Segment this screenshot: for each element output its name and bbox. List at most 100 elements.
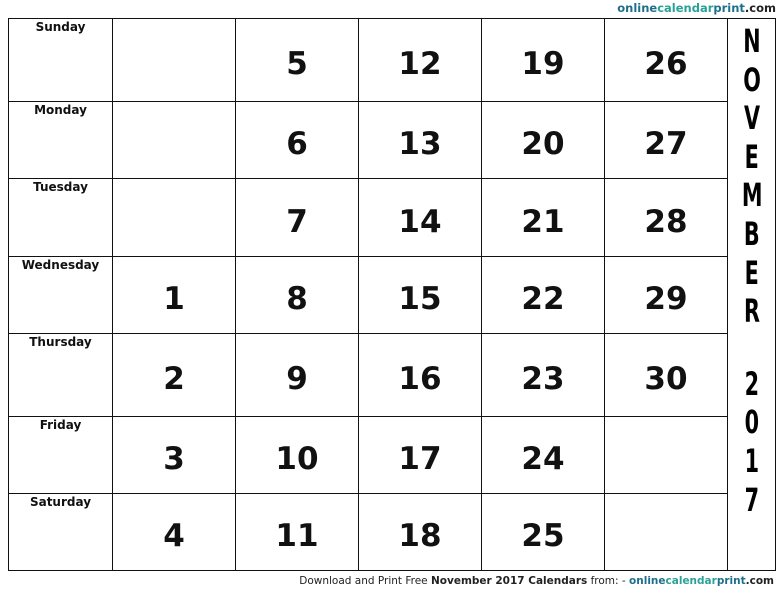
date-cell[interactable]: 9 bbox=[235, 333, 359, 417]
footer-bold-text: November 2017 Calendars bbox=[430, 575, 588, 587]
date-cell[interactable]: 23 bbox=[481, 333, 605, 417]
date-number: 1 bbox=[163, 281, 185, 317]
date-number: 24 bbox=[521, 441, 565, 477]
date-cell[interactable]: 28 bbox=[604, 178, 728, 257]
month-letter: R bbox=[743, 292, 760, 331]
date-cell[interactable] bbox=[112, 18, 236, 102]
date-cell[interactable]: 26 bbox=[604, 18, 728, 102]
date-number: 18 bbox=[398, 518, 442, 554]
date-cell[interactable]: 24 bbox=[481, 416, 605, 494]
date-cell[interactable]: 4 bbox=[112, 493, 236, 571]
date-number: 20 bbox=[521, 126, 565, 162]
date-number: 14 bbox=[398, 203, 442, 240]
date-cell[interactable]: 16 bbox=[358, 333, 482, 417]
year-digit: 7 bbox=[744, 480, 759, 519]
date-number: 25 bbox=[521, 518, 565, 554]
site-logo-top[interactable]: onlinecalendarprint.com bbox=[617, 1, 776, 15]
date-cell[interactable]: 19 bbox=[481, 18, 605, 102]
date-cell[interactable]: 7 bbox=[235, 178, 359, 257]
month-letter: V bbox=[743, 99, 760, 138]
date-number: 9 bbox=[286, 361, 308, 397]
date-cell[interactable]: 2 bbox=[112, 333, 236, 417]
date-number: 5 bbox=[286, 46, 308, 82]
footer-site-print: print bbox=[716, 575, 746, 587]
footer-site-tld: .com bbox=[745, 575, 774, 587]
date-number: 10 bbox=[275, 441, 319, 477]
weekday-label: Tuesday bbox=[8, 178, 113, 257]
weekday-label: Thursday bbox=[8, 333, 113, 417]
date-number: 15 bbox=[398, 281, 442, 317]
date-number: 28 bbox=[644, 203, 688, 240]
date-cell[interactable]: 10 bbox=[235, 416, 359, 494]
weekday-label: Saturday bbox=[8, 493, 113, 571]
footer-from: from: - bbox=[587, 575, 630, 587]
date-number: 11 bbox=[275, 518, 319, 554]
site-print: print bbox=[713, 1, 745, 15]
weekday-label: Friday bbox=[8, 416, 113, 494]
date-cell[interactable]: 12 bbox=[358, 18, 482, 102]
date-cell[interactable]: 15 bbox=[358, 256, 482, 334]
date-number: 3 bbox=[163, 441, 185, 477]
date-cell[interactable]: 18 bbox=[358, 493, 482, 571]
date-cell[interactable] bbox=[112, 178, 236, 257]
date-number: 12 bbox=[398, 46, 442, 82]
footer-site-middle: calendar bbox=[665, 575, 717, 587]
footer-site-link[interactable]: onlinecalendarprint.com bbox=[629, 575, 774, 587]
date-number: 2 bbox=[163, 361, 185, 397]
site-tld: .com bbox=[744, 1, 776, 15]
date-cell[interactable] bbox=[604, 493, 728, 571]
calendar-row: Monday 6 13 20 27 bbox=[8, 101, 776, 179]
date-cell[interactable]: 21 bbox=[481, 178, 605, 257]
date-cell[interactable]: 1 bbox=[112, 256, 236, 334]
date-cell[interactable]: 30 bbox=[604, 333, 728, 417]
calendar-row: Sunday 5 12 19 26 N O V E M B E R 2 0 1 7 bbox=[8, 18, 776, 571]
site-middle: calendar bbox=[657, 1, 714, 15]
month-letter: E bbox=[744, 253, 759, 292]
date-number: 13 bbox=[398, 126, 442, 162]
calendar-grid: Sunday 5 12 19 26 N O V E M B E R 2 0 1 7 Monday 6 13 20 27 Tu… bbox=[8, 18, 776, 571]
calendar-row: Saturday 4 11 18 25 bbox=[8, 493, 776, 571]
date-number: 29 bbox=[644, 281, 688, 317]
date-cell[interactable]: 14 bbox=[358, 178, 482, 257]
date-cell[interactable]: 29 bbox=[604, 256, 728, 334]
weekday-label: Wednesday bbox=[8, 256, 113, 334]
month-letter: E bbox=[744, 137, 759, 176]
date-cell[interactable]: 20 bbox=[481, 101, 605, 179]
date-number: 23 bbox=[521, 361, 565, 397]
date-cell[interactable]: 11 bbox=[235, 493, 359, 571]
date-cell[interactable] bbox=[112, 101, 236, 179]
footer: Download and Print Free November 2017 Ca… bbox=[299, 575, 774, 587]
month-letter: O bbox=[743, 60, 761, 99]
weekday-label: Sunday bbox=[8, 18, 113, 102]
date-number: 30 bbox=[644, 361, 688, 397]
date-cell[interactable]: 17 bbox=[358, 416, 482, 494]
date-number: 6 bbox=[286, 126, 308, 162]
calendar-row: Tuesday 7 14 21 28 bbox=[8, 178, 776, 257]
date-number: 7 bbox=[286, 203, 308, 240]
footer-site-prefix: online bbox=[629, 575, 666, 587]
date-cell[interactable]: 5 bbox=[235, 18, 359, 102]
date-cell[interactable]: 22 bbox=[481, 256, 605, 334]
weekday-label: Monday bbox=[8, 101, 113, 179]
date-cell[interactable]: 3 bbox=[112, 416, 236, 494]
date-number: 27 bbox=[644, 126, 688, 162]
date-number: 21 bbox=[521, 203, 565, 240]
date-number: 17 bbox=[398, 441, 442, 477]
date-cell[interactable] bbox=[604, 416, 728, 494]
date-cell[interactable]: 27 bbox=[604, 101, 728, 179]
date-number: 16 bbox=[398, 361, 442, 397]
date-number: 8 bbox=[286, 281, 308, 317]
month-year-banner: NOVEMBER2017 bbox=[727, 18, 776, 571]
date-cell[interactable]: 6 bbox=[235, 101, 359, 179]
date-cell[interactable]: 8 bbox=[235, 256, 359, 334]
calendar-row: Friday 3 10 17 24 bbox=[8, 416, 776, 494]
date-cell[interactable]: 13 bbox=[358, 101, 482, 179]
month-letter: B bbox=[743, 214, 760, 253]
month-letter: N bbox=[743, 22, 760, 60]
date-number: 19 bbox=[521, 46, 565, 82]
date-cell[interactable]: 25 bbox=[481, 493, 605, 571]
calendar-row: Thursday 2 9 16 23 30 bbox=[8, 333, 776, 417]
site-prefix: online bbox=[617, 1, 658, 15]
year-digit: 2 bbox=[744, 364, 759, 403]
calendar-row: Wednesday 1 8 15 22 29 bbox=[8, 256, 776, 334]
